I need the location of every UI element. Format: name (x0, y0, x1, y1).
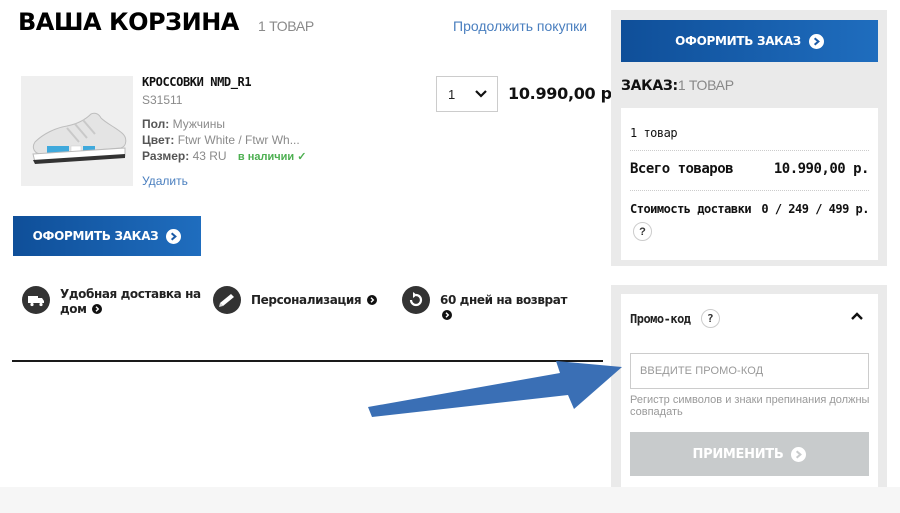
checkout-button[interactable]: ОФОРМИТЬ ЗАКАЗ (13, 216, 201, 256)
color-label: Цвет: (142, 133, 175, 147)
section-divider (12, 360, 603, 362)
product-sku: S31511 (142, 93, 183, 107)
promo-help-icon[interactable]: ? (700, 309, 720, 328)
promo-code-input[interactable] (630, 353, 869, 389)
benefit-delivery[interactable]: Удобная доставка на дом (22, 286, 202, 317)
benefit-delivery-label: Удобная доставка на дом (60, 287, 201, 316)
summary-shipping-value: 0 / 249 / 499 р. (761, 202, 869, 216)
checkout-button-side[interactable]: ОФОРМИТЬ ЗАКАЗ (621, 20, 878, 62)
personalization-icon (213, 286, 241, 314)
arrow-circle-icon (366, 295, 377, 305)
checkout-button-label: ОФОРМИТЬ ЗАКАЗ (32, 229, 159, 243)
size-value: 43 RU (192, 149, 227, 163)
product-color: Цвет: Ftwr White / Ftwr Wh... (142, 133, 300, 147)
order-title-count: 1 ТОВАР (677, 77, 734, 93)
chevron-up-icon[interactable] (850, 309, 864, 323)
cart-item-count: 1 ТОВАР (258, 18, 314, 34)
arrow-circle-icon (442, 310, 452, 320)
shipping-help-icon[interactable]: ? (633, 222, 652, 241)
arrow-circle-icon (808, 33, 824, 49)
summary-total-row: Всего товаров 10.990,00 р. (630, 161, 870, 177)
remove-item-link[interactable]: Удалить (142, 174, 188, 188)
product-gender: Пол: Мужчины (142, 117, 225, 131)
promo-title: Промо-код (630, 311, 691, 326)
summary-shipping-row: Стоимость доставки 0 / 249 / 499 р. (630, 202, 869, 216)
order-summary-box: 1 товар Всего товаров 10.990,00 р. Стоим… (621, 108, 878, 260)
arrow-circle-icon (166, 228, 182, 244)
summary-items-count: 1 товар (630, 126, 678, 140)
order-title-bold: ЗАКАЗ: (621, 78, 678, 94)
product-size: Размер: 43 RU в наличии ✓ (142, 149, 306, 163)
arrow-circle-icon (791, 446, 807, 462)
benefit-personalization-label: Персонализация (251, 293, 362, 307)
sneaker-icon (21, 76, 133, 186)
page-footer-strip (0, 487, 900, 513)
promo-box: Промо-код ? Регистр символов и знаки пре… (621, 294, 878, 490)
gender-label: Пол: (142, 117, 170, 131)
benefit-personalization[interactable]: Персонализация (213, 286, 383, 314)
quantity-value: 1 (448, 87, 456, 102)
truck-icon (22, 286, 50, 314)
benefit-return[interactable]: 60 дней на возврат (402, 286, 582, 323)
summary-shipping-label: Стоимость доставки (630, 202, 752, 216)
checkout-button-side-label: ОФОРМИТЬ ЗАКАЗ (675, 34, 801, 48)
product-name[interactable]: КРОССОВКИ NMD_R1 (142, 75, 252, 89)
order-summary-title: ЗАКАЗ:1 ТОВАР (621, 77, 734, 94)
quantity-select[interactable]: 1 (436, 76, 498, 112)
chevron-down-icon (475, 90, 487, 98)
color-value: Ftwr White / Ftwr Wh... (177, 133, 300, 147)
summary-separator (630, 190, 869, 191)
arrow-circle-icon (92, 304, 103, 314)
annotation-arrow-icon (368, 361, 622, 417)
gender-value: Мужчины (172, 117, 225, 131)
summary-total-label: Всего товаров (630, 161, 734, 177)
promo-hint: Регистр символов и знаки препинания долж… (630, 394, 870, 418)
summary-separator (630, 150, 869, 151)
in-stock-badge: в наличии ✓ (237, 151, 307, 163)
apply-promo-button-label: ПРИМЕНИТЬ (692, 446, 784, 462)
summary-total-value: 10.990,00 р. (773, 161, 870, 177)
size-label: Размер: (142, 149, 190, 163)
continue-shopping-link[interactable]: Продолжить покупки (453, 18, 587, 34)
item-price: 10.990,00 р. (508, 84, 618, 103)
page-title: ВАША КОРЗИНА (18, 8, 239, 36)
product-image[interactable] (21, 76, 133, 186)
return-icon (402, 286, 430, 314)
benefit-return-label: 60 дней на возврат (440, 293, 567, 307)
promo-header[interactable]: Промо-код ? (630, 309, 720, 328)
apply-promo-button[interactable]: ПРИМЕНИТЬ (630, 432, 869, 476)
